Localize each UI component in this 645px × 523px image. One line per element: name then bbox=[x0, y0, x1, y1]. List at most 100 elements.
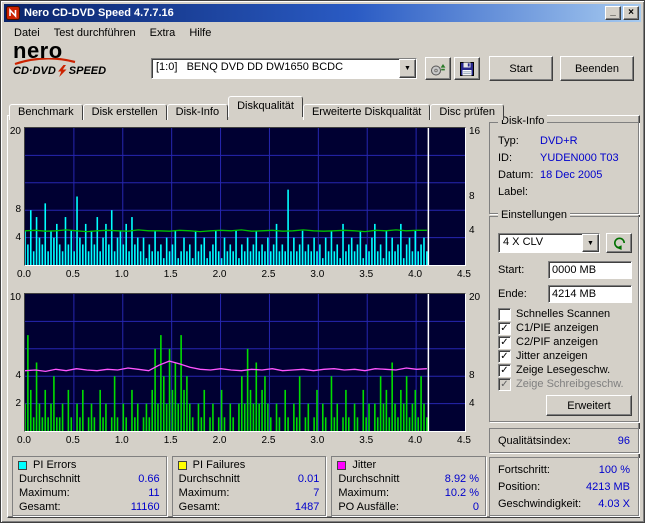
axis-tick-label: 1.5 bbox=[163, 269, 178, 280]
settings-legend: Einstellungen bbox=[498, 209, 571, 222]
axis-tick-label: 3.5 bbox=[359, 269, 374, 280]
logo-product-right: SPEED bbox=[68, 65, 107, 77]
stat-value: 11160 bbox=[130, 501, 160, 513]
stat-value: 0 bbox=[472, 501, 480, 513]
axis-tick-label: 1.0 bbox=[114, 435, 129, 446]
stat-value: 10.2 % bbox=[444, 487, 480, 499]
eject-disc-icon bbox=[431, 63, 446, 75]
start-mb-input[interactable] bbox=[548, 261, 632, 279]
tab-disc-pruefen[interactable]: Disc prüfen bbox=[430, 104, 505, 120]
eject-button[interactable] bbox=[425, 57, 451, 80]
settings-group: Einstellungen 4 X CLV ▼ Start: Ende: Sch… bbox=[489, 209, 639, 422]
stat-value: 8.92 % bbox=[444, 473, 480, 485]
info-label: ID: bbox=[498, 152, 513, 164]
scan-speed-value: 4 X CLV bbox=[503, 236, 544, 248]
close-button[interactable]: × bbox=[623, 6, 639, 20]
stat-label: Durchschnitt bbox=[178, 473, 240, 485]
stat-label: Gesamt: bbox=[178, 501, 221, 513]
progress-row: Geschwindigkeit: 4.03 X bbox=[490, 496, 638, 513]
checkbox-zeige-lesegeschw[interactable]: ✓ Zeige Lesegeschw. bbox=[498, 363, 634, 377]
stat-value: 0.01 bbox=[297, 473, 320, 485]
tab-page-diskqualitaet: 20 8 4 16 8 4 0.0 0.5 1.0 1.5 2.0 2.5 3.0 3.5 4.0 4.5 1… bbox=[7, 115, 640, 518]
end-label: Ende: bbox=[498, 288, 527, 300]
tab-disk-erstellen[interactable]: Disk erstellen bbox=[82, 104, 167, 120]
checkbox-box: ✓ bbox=[498, 335, 511, 349]
dropdown-arrow-icon[interactable]: ▼ bbox=[582, 234, 599, 252]
checkbox-box: ✓ bbox=[498, 349, 511, 363]
stat-row: Maximum: 10.2 % bbox=[332, 486, 485, 500]
axis-tick-label: 3.0 bbox=[310, 269, 325, 280]
stat-row: Gesamt: 11160 bbox=[13, 500, 166, 514]
app-window: Nero CD-DVD Speed 4.7.7.16 _ × Datei Test… bbox=[0, 0, 645, 523]
nero-logo: nero CD·DVD SPEED bbox=[13, 40, 145, 77]
title-bar: Nero CD-DVD Speed 4.7.7.16 _ × bbox=[4, 4, 641, 22]
info-label: Datum: bbox=[498, 169, 534, 181]
dropdown-arrow-icon[interactable]: ▼ bbox=[399, 59, 416, 78]
tab-erweiterte-diskqualitaet[interactable]: Erweiterte Diskqualität bbox=[302, 104, 431, 120]
axis-tick-label: 20 bbox=[9, 126, 21, 137]
quality-index-value: 96 bbox=[617, 434, 630, 447]
stat-value: 1487 bbox=[294, 501, 320, 513]
axis-tick-label: 1.5 bbox=[163, 435, 178, 446]
stat-header: PI Failures bbox=[173, 457, 326, 472]
axis-tick-label: 20 bbox=[469, 292, 481, 303]
floppy-save-icon bbox=[460, 61, 474, 76]
pi-failures-chart: 10 4 2 20 8 4 0.0 0.5 1.0 1.5 2.0 2.5 3.0 3.5 4.0 4.5 bbox=[8, 292, 486, 448]
save-button[interactable] bbox=[454, 57, 480, 80]
checkbox-c2-pif-anzeigen[interactable]: ✓ C2/PIF anzeigen bbox=[498, 335, 634, 349]
stat-label: PO Ausfälle: bbox=[338, 501, 399, 513]
tab-diskqualitaet[interactable]: Diskqualität bbox=[228, 96, 303, 117]
end-mb-input[interactable] bbox=[548, 285, 632, 303]
start-button[interactable]: Start bbox=[489, 56, 553, 81]
tab-benchmark[interactable]: Benchmark bbox=[9, 104, 83, 120]
checkbox-zeige-schreibgeschw[interactable]: ✓ Zeige Schreibgeschw. bbox=[498, 377, 634, 391]
axis-tick-label: 2.0 bbox=[212, 435, 227, 446]
progress-rows: Fortschritt: 100 % Position: 4213 MB Geschwi… bbox=[490, 458, 638, 513]
refresh-button[interactable] bbox=[606, 233, 632, 253]
scan-speed-selector[interactable]: 4 X CLV ▼ bbox=[498, 233, 600, 253]
disk-info-group: Disk-Info Typ: DVD+R ID: YUDEN000 T03 Datum:… bbox=[489, 115, 639, 214]
tab-disk-info[interactable]: Disk-Info bbox=[166, 104, 229, 120]
minimize-button[interactable]: _ bbox=[605, 6, 621, 20]
stat-label: Durchschnitt bbox=[19, 473, 81, 485]
stat-row: PO Ausfälle: 0 bbox=[332, 500, 485, 514]
axis-tick-label: 4.5 bbox=[457, 435, 471, 446]
stat-row: Maximum: 11 bbox=[13, 486, 166, 500]
quit-button[interactable]: Beenden bbox=[560, 56, 634, 81]
stat-panel-jitter: Jitter Durchschnitt 8.92 % Maximum: 10.2 % PO… bbox=[331, 456, 487, 516]
stat-row: Durchschnitt 8.92 % bbox=[332, 472, 485, 486]
axis-tick-label: 8 bbox=[469, 190, 475, 202]
axis-tick-label: 2 bbox=[15, 397, 21, 409]
stat-row: Durchschnitt 0.66 bbox=[13, 472, 166, 486]
checkbox-box: ✓ bbox=[498, 377, 511, 391]
stat-panel-pi-failures: PI Failures Durchschnitt 0.01 Maximum: 7 Gesa… bbox=[171, 456, 327, 516]
info-value: YUDEN000 T03 bbox=[540, 152, 619, 164]
axis-tick-label: 4 bbox=[15, 231, 21, 243]
tab-strip: Benchmark Disk erstellen Disk-Info Diskqual… bbox=[9, 96, 505, 120]
drive-selector[interactable]: [1:0] BENQ DVD DD DW1650 BCDC ▼ bbox=[151, 58, 417, 79]
axis-tick-label: 3.5 bbox=[359, 435, 374, 446]
stat-value: 7 bbox=[313, 487, 320, 499]
advanced-button[interactable]: Erweitert bbox=[546, 395, 632, 416]
checkbox-c1-pie-anzeigen[interactable]: ✓ C1/PIE anzeigen bbox=[498, 321, 634, 335]
progress-label: Fortschritt: bbox=[498, 464, 550, 476]
stat-panel-pi-errors: PI Errors Durchschnitt 0.66 Maximum: 11 Gesam… bbox=[12, 456, 167, 516]
menu-extra[interactable]: Extra bbox=[143, 25, 183, 41]
progress-value: 4213 MB bbox=[585, 481, 630, 493]
checkbox-schnelles-scannen[interactable]: Schnelles Scannen bbox=[498, 307, 634, 321]
start-label: Start: bbox=[498, 264, 525, 276]
progress-value: 100 % bbox=[598, 464, 630, 476]
stat-title: PI Failures bbox=[192, 459, 246, 471]
logo-bolt-icon bbox=[57, 65, 67, 77]
checkbox-label: Zeige Schreibgeschw. bbox=[516, 378, 624, 390]
info-label: Label: bbox=[498, 186, 528, 198]
statistics-panels: PI Errors Durchschnitt 0.66 Maximum: 11 Gesam… bbox=[12, 456, 487, 516]
stat-label: Durchschnitt bbox=[338, 473, 400, 485]
checkbox-jitter-anzeigen[interactable]: ✓ Jitter anzeigen bbox=[498, 349, 634, 363]
jitter-legend-swatch bbox=[337, 460, 347, 470]
axis-tick-label: 4.0 bbox=[408, 435, 423, 446]
quality-index-label: Qualitätsindex: bbox=[498, 434, 571, 447]
axis-tick-label: 8 bbox=[15, 204, 21, 216]
progress-label: Geschwindigkeit: bbox=[498, 498, 582, 510]
menu-hilfe[interactable]: Hilfe bbox=[182, 25, 218, 41]
